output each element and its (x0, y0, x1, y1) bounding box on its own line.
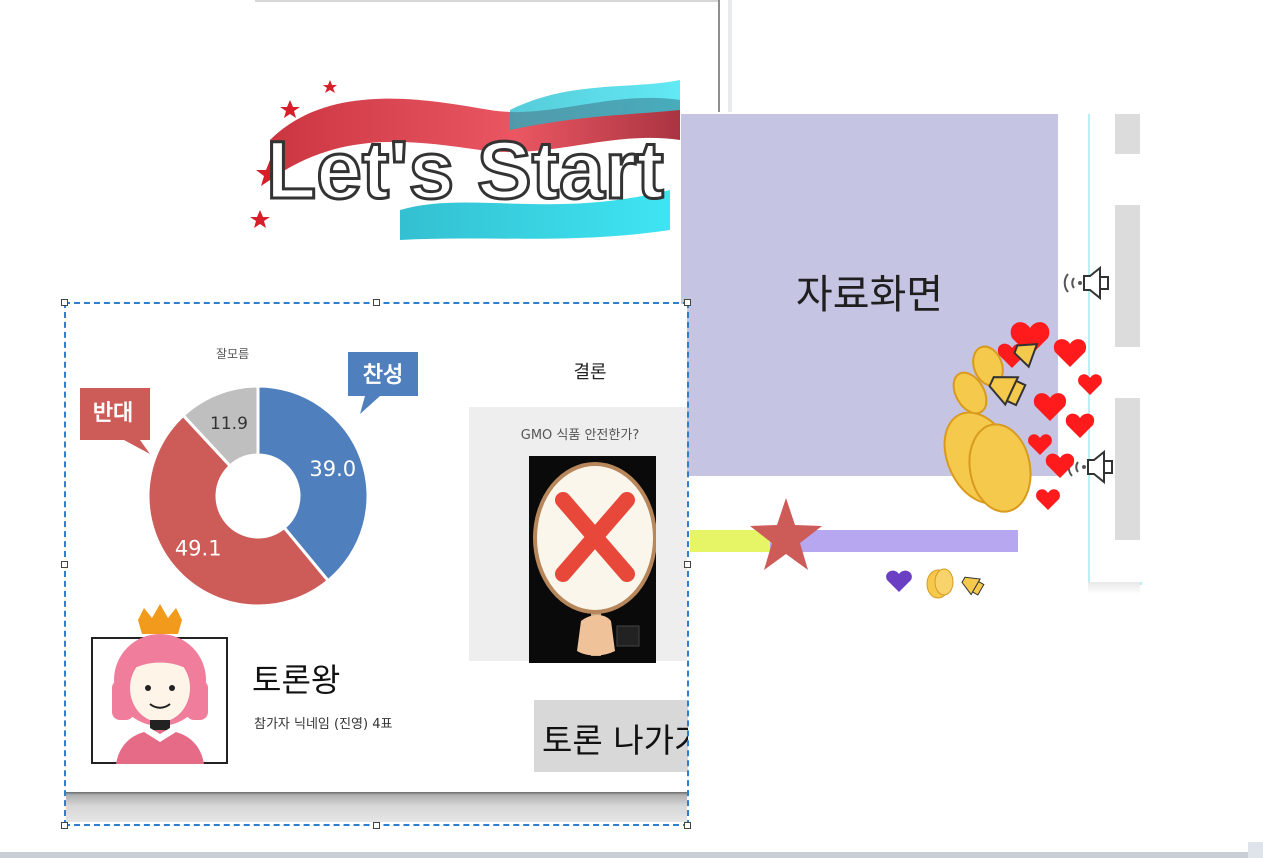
resize-handle-right[interactable] (684, 561, 691, 568)
resize-handle-bottom-right[interactable] (684, 822, 691, 829)
svg-text:Let's Start: Let's Start (266, 125, 664, 216)
window-bottom-bar (0, 852, 1263, 858)
timeline-star-marker[interactable] (750, 498, 822, 574)
resize-handle-bottom[interactable] (373, 822, 380, 829)
megaphone-icon (961, 576, 985, 596)
panel-shadow (1088, 582, 1140, 594)
page-top-edge (255, 0, 719, 6)
lets-start-logo: Let's Start (250, 80, 680, 240)
reaction-bar (886, 568, 985, 599)
resize-handle-top-right[interactable] (684, 299, 691, 306)
resize-handle-top-left[interactable] (61, 299, 68, 306)
page-divider (718, 0, 720, 112)
panel-divider (728, 0, 732, 112)
speaker-icon[interactable] (1058, 258, 1118, 308)
resize-handle-top[interactable] (373, 299, 380, 306)
resize-handle-left[interactable] (61, 561, 68, 568)
resize-handle-bottom-left[interactable] (61, 822, 68, 829)
window-corner (1248, 842, 1263, 858)
reaction-effects (943, 322, 1102, 513)
selection-frame[interactable] (64, 302, 689, 826)
heart-icon (886, 570, 912, 592)
clap-icon (926, 568, 954, 599)
